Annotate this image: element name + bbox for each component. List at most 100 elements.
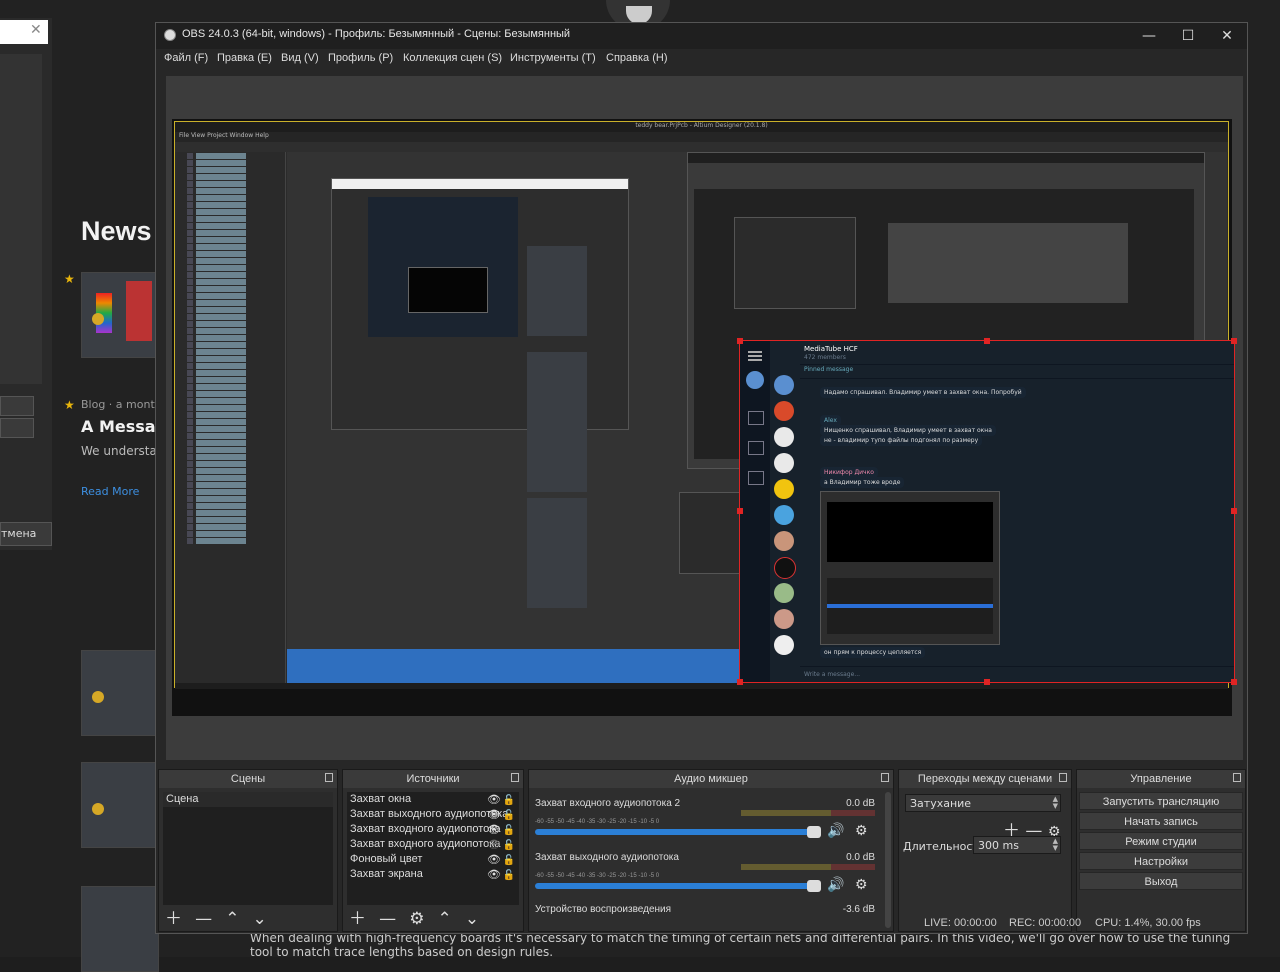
close-button[interactable]: ✕ — [1212, 26, 1242, 46]
source-label: Захват экрана — [350, 868, 423, 880]
settings-button[interactable]: Настройки — [1079, 852, 1243, 870]
gear-icon[interactable]: ⚙ — [855, 876, 868, 893]
menu-profile[interactable]: Профиль (P) — [328, 52, 393, 64]
volume-meter — [535, 810, 875, 817]
mixer-channel-db: 0.0 dB — [846, 852, 875, 863]
source-item[interactable]: Захват экрана 👁 🔓 — [347, 867, 519, 882]
eye-icon[interactable]: 👁 — [487, 868, 501, 883]
start-streaming-button[interactable]: Запустить трансляцию — [1079, 792, 1243, 810]
duration-value: 300 ms — [978, 839, 1019, 852]
resize-handle[interactable] — [984, 338, 990, 344]
eye-icon[interactable]: 👁 — [487, 823, 501, 838]
chevron-updown-icon[interactable]: ▲ ▼ — [1053, 838, 1058, 852]
scenes-list[interactable]: Сцена — [163, 792, 333, 905]
resize-handle[interactable] — [1231, 508, 1237, 514]
lock-icon[interactable]: 🔓 — [503, 868, 515, 883]
scenes-dock: Сцены Сцена ＋ — ⌃ ⌄ — [158, 769, 338, 932]
telegram-message-input[interactable]: Write a message... — [800, 666, 1234, 682]
speaker-icon[interactable]: 🔊 — [827, 876, 844, 893]
minimize-button[interactable]: — — [1134, 26, 1164, 46]
live-timer: LIVE: 00:00:00 — [924, 917, 997, 929]
mixer-channel-name: Захват выходного аудиопотока — [535, 852, 679, 863]
source-item[interactable]: Захват входного аудиопотока 👁 🔓 — [347, 837, 519, 852]
telegram-image-message[interactable] — [820, 491, 1000, 645]
menu-file[interactable]: Файл (F) — [164, 52, 208, 64]
article-excerpt: We understand your teams ar — [81, 444, 156, 458]
resize-handle[interactable] — [1231, 679, 1237, 685]
volume-slider[interactable] — [535, 826, 821, 838]
eye-icon[interactable]: 👁 — [487, 808, 501, 823]
scenes-dock-title: Сцены — [159, 770, 337, 788]
telegram-pinned-message[interactable]: Pinned message — [800, 365, 1234, 379]
star-icon: ★ — [64, 398, 75, 412]
mixer-scrollbar[interactable] — [885, 792, 891, 928]
menu-tools[interactable]: Инструменты (T) — [510, 52, 596, 64]
gear-icon[interactable]: ⚙ — [855, 822, 868, 839]
read-more-link[interactable]: Read More — [81, 485, 139, 498]
telegram-window-capture[interactable]: MediaTube HCF 472 members Pinned message… — [737, 338, 1237, 685]
lock-icon[interactable]: 🔓 — [503, 823, 515, 838]
news-thumbnail[interactable] — [81, 886, 159, 972]
window-title: OBS 24.0.3 (64-bit, windows) - Профиль: … — [182, 28, 571, 40]
menu-bar: Файл (F) Правка (E) Вид (V) Профиль (P) … — [156, 49, 1247, 69]
menu-view[interactable]: Вид (V) — [281, 52, 319, 64]
transition-select[interactable]: Затухание ▲ ▼ — [905, 794, 1061, 812]
menu-scene-collection[interactable]: Коллекция сцен (S) — [403, 52, 502, 64]
transitions-title: Переходы между сценами — [899, 770, 1071, 788]
source-label: Захват окна — [350, 793, 412, 805]
eye-hidden-icon[interactable]: 👁 — [487, 838, 501, 853]
close-icon[interactable]: ✕ — [30, 22, 42, 38]
lock-icon[interactable]: 🔓 — [503, 793, 515, 808]
volume-meter — [535, 864, 875, 871]
lock-icon[interactable]: 🔓 — [503, 808, 515, 823]
rec-timer: REC: 00:00:00 — [1009, 917, 1082, 929]
dock-undock-icon[interactable] — [325, 773, 333, 782]
dock-undock-icon[interactable] — [511, 773, 519, 782]
preview-canvas[interactable]: teddy bear.PrjPcb - Altium Designer (20.… — [172, 119, 1237, 716]
sources-dock-title: Источники — [343, 770, 523, 788]
eye-icon[interactable]: 👁 — [487, 793, 501, 808]
news-heading: News — [81, 216, 152, 246]
resize-handle[interactable] — [737, 679, 743, 685]
controls-dock: Управление Запустить трансляцию Начать з… — [1076, 769, 1246, 932]
scene-item[interactable]: Сцена — [163, 792, 333, 807]
lock-icon[interactable]: 🔓 — [503, 853, 515, 868]
preview-area[interactable]: teddy bear.PrjPcb - Altium Designer (20.… — [166, 76, 1243, 760]
news-thumbnail[interactable] — [81, 762, 159, 848]
source-item[interactable]: Захват входного аудиопотока 👁 🔓 — [347, 822, 519, 837]
audio-mixer-dock: Аудио микшер Захват входного аудиопотока… — [528, 769, 894, 932]
resize-handle[interactable] — [737, 338, 743, 344]
menu-help[interactable]: Справка (H) — [606, 52, 667, 64]
start-recording-button[interactable]: Начать запись — [1079, 812, 1243, 830]
source-item[interactable]: Фоновый цвет 👁 🔓 — [347, 852, 519, 867]
resize-handle[interactable] — [1231, 338, 1237, 344]
mixer-channel: Захват выходного аудиопотока 0.0 dB -60 … — [535, 852, 875, 892]
speaker-icon[interactable]: 🔊 — [827, 822, 844, 839]
dock-undock-icon[interactable] — [881, 773, 889, 782]
menu-edit[interactable]: Правка (E) — [217, 52, 272, 64]
resize-handle[interactable] — [737, 508, 743, 514]
background-cancel-button[interactable]: тмена — [0, 522, 52, 546]
news-thumbnail[interactable] — [81, 650, 159, 736]
blog-meta: Blog · a month — [81, 398, 162, 411]
eye-icon[interactable]: 👁 — [487, 853, 501, 868]
sources-list[interactable]: Захват окна 👁 🔓 Захват выходного аудиопото… — [347, 792, 519, 905]
resize-handle[interactable] — [984, 679, 990, 685]
dock-undock-icon[interactable] — [1233, 773, 1241, 782]
exit-button[interactable]: Выход — [1079, 872, 1243, 890]
duration-input[interactable]: 300 ms ▲ ▼ — [973, 836, 1061, 854]
lock-icon[interactable]: 🔓 — [503, 838, 515, 853]
volume-slider[interactable] — [535, 880, 821, 892]
maximize-button[interactable]: ☐ — [1173, 26, 1203, 46]
news-thumbnail[interactable] — [81, 272, 159, 358]
background-spinbox[interactable] — [0, 418, 34, 438]
studio-mode-button[interactable]: Режим студии — [1079, 832, 1243, 850]
dock-undock-icon[interactable] — [1059, 773, 1067, 782]
mixer-channel-db: 0.0 dB — [846, 798, 875, 809]
background-spinbox[interactable] — [0, 396, 34, 416]
source-label: Захват входного аудиопотока — [350, 838, 501, 850]
window-capture-source[interactable]: teddy bear.PrjPcb - Altium Designer (20.… — [174, 121, 1237, 689]
source-item[interactable]: Захват выходного аудиопотока 👁 🔓 — [347, 807, 519, 822]
title-bar[interactable]: OBS 24.0.3 (64-bit, windows) - Профиль: … — [156, 23, 1247, 49]
source-item[interactable]: Захват окна 👁 🔓 — [347, 792, 519, 807]
